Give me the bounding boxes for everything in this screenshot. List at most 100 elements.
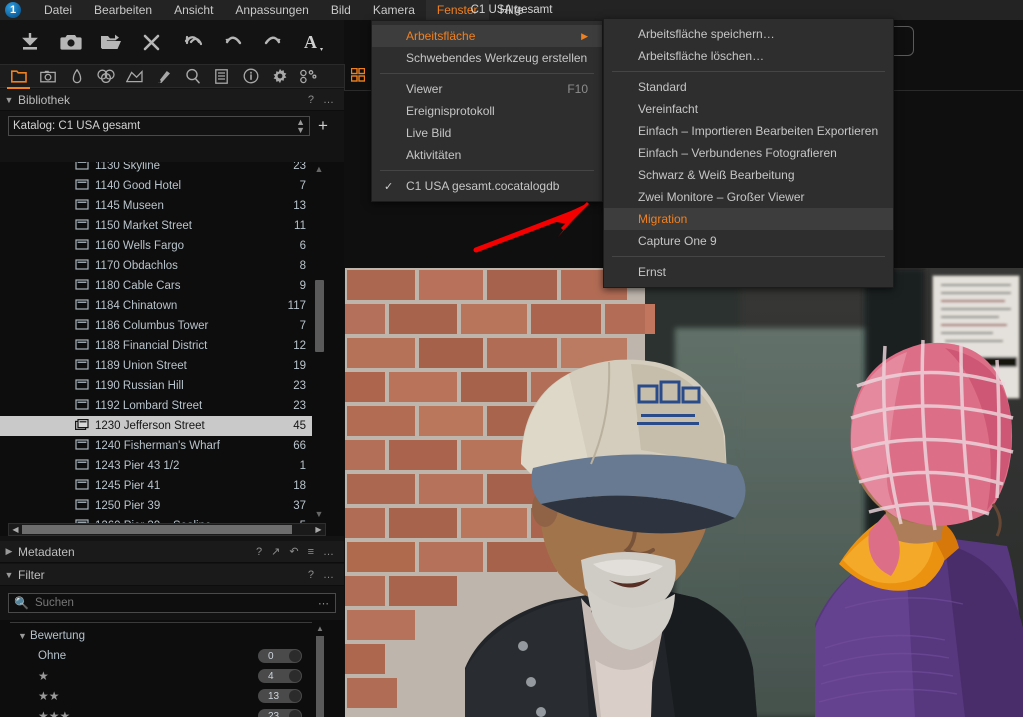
tab-capture[interactable] xyxy=(33,65,62,88)
tab-batch[interactable] xyxy=(294,65,323,88)
menu-item-schwarz-wei-bearbeitung[interactable]: Schwarz & Weiß Bearbeitung xyxy=(604,164,893,186)
menu-arbeitsflaeche[interactable]: Arbeitsfläche speichern… Arbeitsfläche lö… xyxy=(603,18,894,288)
menu-item-capture-one-9[interactable]: Capture One 9 xyxy=(604,230,893,252)
catalog-row[interactable]: 1145 Museen 13 xyxy=(0,196,312,216)
menu-fenster[interactable]: Arbeitsfläche ▶ Schwebendes Werkzeug erste… xyxy=(371,20,620,202)
metadata-list-icon[interactable]: ≡ xyxy=(308,546,314,558)
filter-more-icon[interactable]: … xyxy=(323,569,334,581)
import-icon[interactable] xyxy=(17,29,43,55)
menubar-item-bild[interactable]: Bild xyxy=(320,0,362,20)
scroll-down-arrow-icon[interactable]: ▼ xyxy=(312,507,326,520)
menu-item-c1-usa-gesamt-cocatalogdb[interactable]: ✓ C1 USA gesamt.cocatalogdb xyxy=(372,175,602,197)
catalog-row[interactable]: 1170 Obdachlos 8 xyxy=(0,256,312,276)
tab-library[interactable] xyxy=(4,65,33,89)
library-panel-header[interactable]: ▼ Bibliothek ? … xyxy=(0,89,344,111)
filter-rating-row[interactable]: ★★★ 23 xyxy=(0,706,312,717)
menu-item-live-bild[interactable]: Live Bild xyxy=(372,122,602,144)
catalog-row[interactable]: 1130 Skyline 23 xyxy=(0,162,312,176)
filter-count-pill[interactable]: 13 xyxy=(258,689,302,703)
filter-rating-row[interactable]: Ohne 0 xyxy=(0,646,312,666)
catalog-row[interactable]: 1188 Financial District 12 xyxy=(0,336,312,356)
expand-caret-icon[interactable]: ▶ xyxy=(0,546,18,557)
catalog-row[interactable]: 1160 Wells Fargo 6 xyxy=(0,236,312,256)
add-catalog-button[interactable]: + xyxy=(310,116,336,136)
catalog-row[interactable]: 1192 Lombard Street 23 xyxy=(0,396,312,416)
menubar-item-kamera[interactable]: Kamera xyxy=(362,0,426,20)
redo-icon[interactable] xyxy=(260,29,286,55)
hscrollbar-thumb[interactable] xyxy=(22,525,292,534)
menu-item-migration[interactable]: Migration xyxy=(604,208,893,230)
menu-item-schwebendes-werkzeug-erstellen[interactable]: Schwebendes Werkzeug erstellen▶ xyxy=(372,47,620,69)
catalog-row[interactable]: 1243 Pier 43 1/2 1 xyxy=(0,456,312,476)
hscroll-right-arrow-icon[interactable]: ▶ xyxy=(312,525,325,534)
catalog-row[interactable]: 1140 Good Hotel 7 xyxy=(0,176,312,196)
menu-item-arbeitsfl-che-l-schen[interactable]: Arbeitsfläche löschen… xyxy=(604,45,893,67)
collapse-caret-icon[interactable]: ▼ xyxy=(0,95,18,105)
catalog-row[interactable]: 1245 Pier 41 18 xyxy=(0,476,312,496)
menu-item-einfach-importieren-bearbeiten-exportieren[interactable]: Einfach – Importieren Bearbeiten Exporti… xyxy=(604,120,893,142)
menu-item-viewer[interactable]: Viewer F10 xyxy=(372,78,602,100)
tab-exposure[interactable] xyxy=(120,65,149,88)
catalog-dropdown[interactable]: Katalog: C1 USA gesamt ▲ ▼ xyxy=(8,116,310,136)
menu-item-arbeitsfl-che-speichern[interactable]: Arbeitsfläche speichern… xyxy=(604,23,893,45)
catalog-row[interactable]: 1230 Jefferson Street 45 xyxy=(0,416,312,436)
open-folder-icon[interactable] xyxy=(98,29,124,55)
metadata-reset-icon[interactable]: ↶ xyxy=(289,545,298,558)
filter-toggle-knob[interactable] xyxy=(289,650,301,662)
undo-all-icon[interactable] xyxy=(179,29,205,55)
filter-toggle-knob[interactable] xyxy=(289,670,301,682)
catalog-hscrollbar[interactable]: ◀ ▶ xyxy=(8,523,326,536)
menubar-item-hilfe[interactable]: Hilfe xyxy=(489,0,535,20)
catalog-list[interactable]: 1130 Skyline 23 1140 Good Hotel 7 1145 Musee… xyxy=(0,162,344,536)
filter-rating-row[interactable]: ★★ 13 xyxy=(0,686,312,706)
hscroll-left-arrow-icon[interactable]: ◀ xyxy=(9,525,22,534)
filter-toggle-knob[interactable] xyxy=(289,710,301,717)
grid-view-button[interactable] xyxy=(344,64,372,90)
search-options-icon[interactable]: ⋯ xyxy=(318,597,330,610)
tab-details[interactable] xyxy=(149,65,178,88)
filter-scrollbar-thumb[interactable] xyxy=(316,636,324,717)
scrollbar-thumb[interactable] xyxy=(315,280,324,352)
filter-scrollbar[interactable]: ▲ xyxy=(314,624,326,717)
filter-panel-header[interactable]: ▼ Filter ? … xyxy=(0,564,344,586)
menu-item-ernst[interactable]: Ernst xyxy=(604,261,893,283)
metadata-panel-header[interactable]: ▶ Metadaten ? ↗ ↶ ≡… xyxy=(0,541,344,563)
filter-group-bewertung[interactable]: ▼ Bewertung xyxy=(0,626,312,646)
filter-count-pill[interactable]: 4 xyxy=(258,669,302,683)
filter-collapse-caret-icon[interactable]: ▼ xyxy=(0,570,18,580)
filter-help-icon[interactable]: ? xyxy=(308,569,314,581)
close-icon[interactable] xyxy=(139,29,165,55)
filter-count-pill[interactable]: 23 xyxy=(258,709,302,717)
catalog-row[interactable]: 1180 Cable Cars 9 xyxy=(0,276,312,296)
undo-icon[interactable] xyxy=(220,29,246,55)
menu-item-ereignisprotokoll[interactable]: Ereignisprotokoll xyxy=(372,100,602,122)
more-options-icon[interactable]: … xyxy=(323,94,334,106)
stepper-icon[interactable]: ▲ ▼ xyxy=(296,118,305,135)
catalog-row[interactable]: 1190 Russian Hill 23 xyxy=(0,376,312,396)
metadata-more-options-icon[interactable]: … xyxy=(323,546,334,558)
menubar-item-ansicht[interactable]: Ansicht xyxy=(163,0,224,20)
menu-item-aktivit-ten[interactable]: Aktivitäten xyxy=(372,144,602,166)
scroll-up-arrow-icon[interactable]: ▲ xyxy=(312,162,326,175)
metadata-help-icon[interactable]: ? xyxy=(256,546,262,558)
menu-item-vereinfacht[interactable]: Vereinfacht xyxy=(604,98,893,120)
filter-scroll-up-icon[interactable]: ▲ xyxy=(314,624,326,635)
help-icon[interactable]: ? xyxy=(308,94,314,106)
catalog-row[interactable]: 1240 Fisherman's Wharf 66 xyxy=(0,436,312,456)
menu-item-einfach-verbundenes-fotografieren[interactable]: Einfach – Verbundenes Fotografieren xyxy=(604,142,893,164)
filter-count-pill[interactable]: 0 xyxy=(258,649,302,663)
filter-toggle-knob[interactable] xyxy=(289,690,301,702)
tab-search[interactable] xyxy=(178,65,207,88)
menubar-item-datei[interactable]: Datei xyxy=(33,0,83,20)
catalog-row[interactable]: 1186 Columbus Tower 7 xyxy=(0,316,312,336)
metadata-expand-icon[interactable]: ↗ xyxy=(271,545,280,558)
catalog-list-scrollbar[interactable]: ▲ ▼ xyxy=(312,162,326,536)
menu-item-standard[interactable]: Standard xyxy=(604,76,893,98)
menubar-item-fenster[interactable]: Fenster xyxy=(425,0,489,20)
filter-group-caret-icon[interactable]: ▼ xyxy=(18,631,30,641)
search-input[interactable]: 🔍 Suchen ⋯ xyxy=(8,593,336,613)
photo-preview[interactable] xyxy=(345,268,1023,717)
menubar-item-bearbeiten[interactable]: Bearbeiten xyxy=(83,0,163,20)
text-tool-icon[interactable]: A xyxy=(301,29,327,55)
menu-item-zwei-monitore-gro-er-viewer[interactable]: Zwei Monitore – Großer Viewer xyxy=(604,186,893,208)
